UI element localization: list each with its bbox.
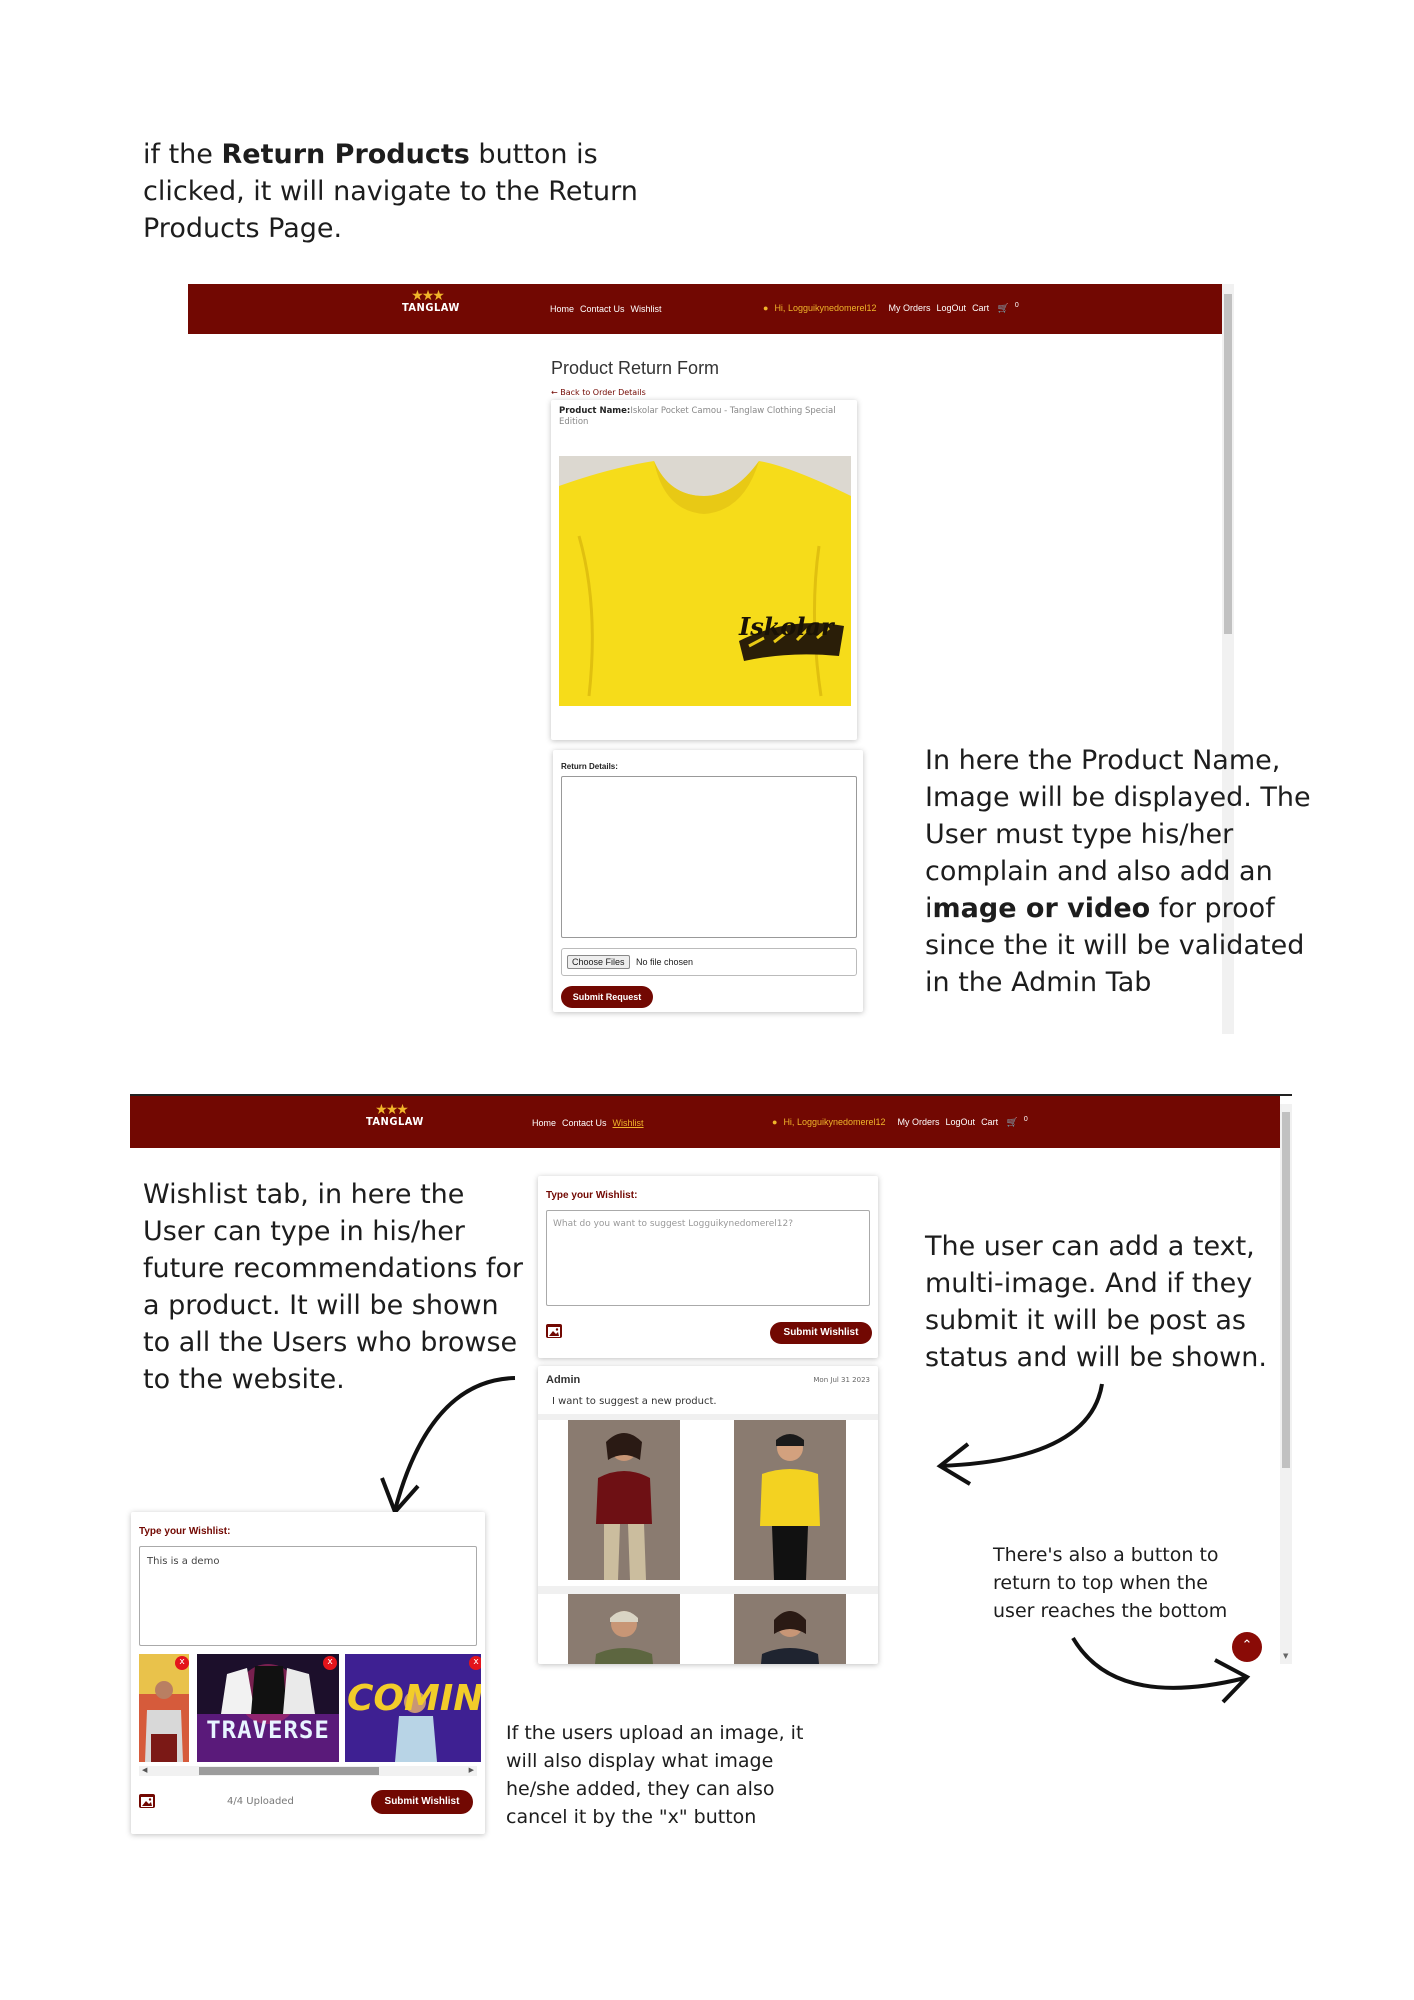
scroll-down-arrow[interactable]: ▼: [1283, 1652, 1288, 1660]
scroll-left-arrow[interactable]: ◀: [142, 1766, 147, 1774]
page-scrollbar[interactable]: ▼: [1280, 1104, 1292, 1664]
my-orders-link[interactable]: My Orders: [889, 303, 931, 313]
stars-icon: ★★★: [411, 287, 445, 303]
scroll-right-arrow[interactable]: ▶: [469, 1766, 474, 1774]
cart-link[interactable]: Cart 🛒 0: [972, 302, 1019, 313]
nav-links: Home Contact Us Wishlist: [550, 304, 668, 314]
wishlist-textarea[interactable]: What do you want to suggest Logguikynedo…: [546, 1210, 870, 1306]
post-image-3[interactable]: [568, 1594, 680, 1664]
wishlist-label: Type your Wishlist:: [546, 1190, 638, 1201]
post-image-1[interactable]: [568, 1420, 680, 1580]
image-upload-icon[interactable]: [546, 1324, 562, 1338]
nav-wishlist[interactable]: Wishlist: [613, 1118, 644, 1128]
page-title: Product Return Form: [551, 358, 720, 378]
remove-thumb-3[interactable]: x: [469, 1656, 481, 1670]
user-greeting[interactable]: ● Hi, Logguikynedomerel12: [763, 303, 883, 313]
product-name: Product Name:Iskolar Pocket Camou - Tang…: [559, 406, 836, 427]
demo-textarea-value: This is a demo: [147, 1556, 220, 1567]
thumb-3-text: COMING SO: [347, 1678, 481, 1719]
upload-note: If the users upload an image, it will al…: [506, 1722, 804, 1828]
nav-contact[interactable]: Contact Us: [562, 1118, 607, 1128]
user-icon: ●: [763, 303, 769, 313]
brand-logo[interactable]: ★★★ TANGLAW: [366, 1101, 423, 1128]
thumb-2-text: TRAVERSE: [206, 1716, 330, 1744]
demo-submit-wishlist-button[interactable]: Submit Wishlist: [371, 1790, 473, 1814]
nav-wishlist[interactable]: Wishlist: [631, 304, 662, 314]
file-input[interactable]: Choose Files No file chosen: [561, 948, 857, 976]
thumbs-scrollbar[interactable]: ◀ ▶: [139, 1766, 477, 1776]
upload-thumb-2: TRAVERSE: [197, 1654, 339, 1762]
demo-wishlist-card: Type your Wishlist: This is a demo x TRA…: [131, 1512, 485, 1834]
remove-thumb-1[interactable]: x: [175, 1656, 189, 1670]
scrollbar-thumb[interactable]: [1224, 294, 1232, 634]
top-button-note: There's also a button to return to top w…: [993, 1544, 1228, 1622]
post-author: Admin: [546, 1374, 581, 1386]
choose-files-button[interactable]: Choose Files: [567, 955, 630, 969]
arrow-to-demo: [380, 1376, 516, 1516]
arrow-to-post: [936, 1383, 1104, 1486]
demo-image-upload-icon[interactable]: [139, 1794, 155, 1808]
remove-thumb-2[interactable]: x: [323, 1656, 337, 1670]
upload-thumb-1: [139, 1654, 189, 1762]
upload-thumbnails: x TRAVERSE x COMING SO x: [139, 1654, 481, 1762]
upload-thumb-3: COMING SO: [345, 1654, 481, 1762]
return-details-textarea[interactable]: [561, 776, 857, 938]
brand-logo[interactable]: ★★★ TANGLAW: [402, 287, 459, 314]
cart-link[interactable]: Cart 🛒 0: [981, 1116, 1028, 1127]
return-details-card: Return Details: Choose Files No file cho…: [553, 750, 863, 1012]
uploaded-count: 4/4 Uploaded: [227, 1796, 294, 1807]
navbar: ★★★ TANGLAW Home Contact Us Wishlist ● Hi, …: [188, 284, 1222, 334]
logout-link[interactable]: LogOut: [946, 1117, 976, 1127]
post-text: I want to suggest a new product.: [552, 1396, 717, 1407]
product-display-note: In here the Product Name, Image will be …: [925, 745, 1311, 998]
shirt-logo-text: Iskolar: [739, 612, 834, 641]
cart-icon: 🛒: [1006, 1117, 1018, 1127]
demo-wishlist-label: Type your Wishlist:: [139, 1526, 231, 1537]
user-icon: ●: [772, 1117, 778, 1127]
nav-home[interactable]: Home: [532, 1118, 556, 1128]
my-orders-link[interactable]: My Orders: [898, 1117, 940, 1127]
thumbs-scrollbar-thumb[interactable]: [199, 1767, 379, 1775]
post-date: Mon Jul 31 2023: [813, 1376, 870, 1384]
nav-links: Home Contact Us Wishlist: [532, 1118, 650, 1128]
product-card: Product Name:Iskolar Pocket Camou - Tang…: [551, 400, 857, 740]
stars-icon: ★★★: [375, 1101, 409, 1117]
multi-image-note: The user can add a text, multi-image. An…: [925, 1231, 1267, 1373]
post-image-4[interactable]: [734, 1594, 846, 1664]
cart-count: 0: [1023, 1116, 1028, 1123]
nav-home[interactable]: Home: [550, 304, 574, 314]
submit-wishlist-button[interactable]: Submit Wishlist: [770, 1322, 872, 1344]
wishlist-note: Wishlist tab, in here the User can type …: [143, 1179, 524, 1395]
cart-icon: 🛒: [997, 303, 1009, 313]
intro-note: if the Return Products button is clicked…: [143, 139, 638, 244]
demo-wishlist-textarea[interactable]: This is a demo: [139, 1546, 477, 1646]
arrow-to-top-button: [1071, 1636, 1251, 1704]
nav-contact[interactable]: Contact Us: [580, 304, 625, 314]
navbar: ★★★ TANGLAW Home Contact Us Wishlist ● Hi, …: [130, 1096, 1280, 1148]
back-link[interactable]: ← Back to Order Details: [551, 388, 646, 397]
user-menu: ● Hi, Logguikynedomerel12 My Orders LogOut C…: [772, 1116, 1034, 1128]
wishlist-placeholder: What do you want to suggest Logguikynedo…: [553, 1219, 794, 1229]
cart-count: 0: [1014, 302, 1019, 309]
post-row-divider: [538, 1586, 878, 1594]
wishlist-form-card: Type your Wishlist: What do you want to …: [538, 1176, 878, 1358]
wishlist-post-card: Admin Mon Jul 31 2023 I want to suggest …: [538, 1366, 878, 1664]
user-menu: ● Hi, Logguikynedomerel12 My Orders LogOut C…: [763, 302, 1025, 314]
product-image: Iskolar: [559, 456, 851, 706]
return-details-label: Return Details:: [561, 762, 618, 771]
submit-request-button[interactable]: Submit Request: [561, 986, 653, 1008]
post-image-2[interactable]: [734, 1420, 846, 1580]
user-greeting[interactable]: ● Hi, Logguikynedomerel12: [772, 1117, 892, 1127]
no-file-text: No file chosen: [636, 957, 694, 967]
logout-link[interactable]: LogOut: [937, 303, 967, 313]
